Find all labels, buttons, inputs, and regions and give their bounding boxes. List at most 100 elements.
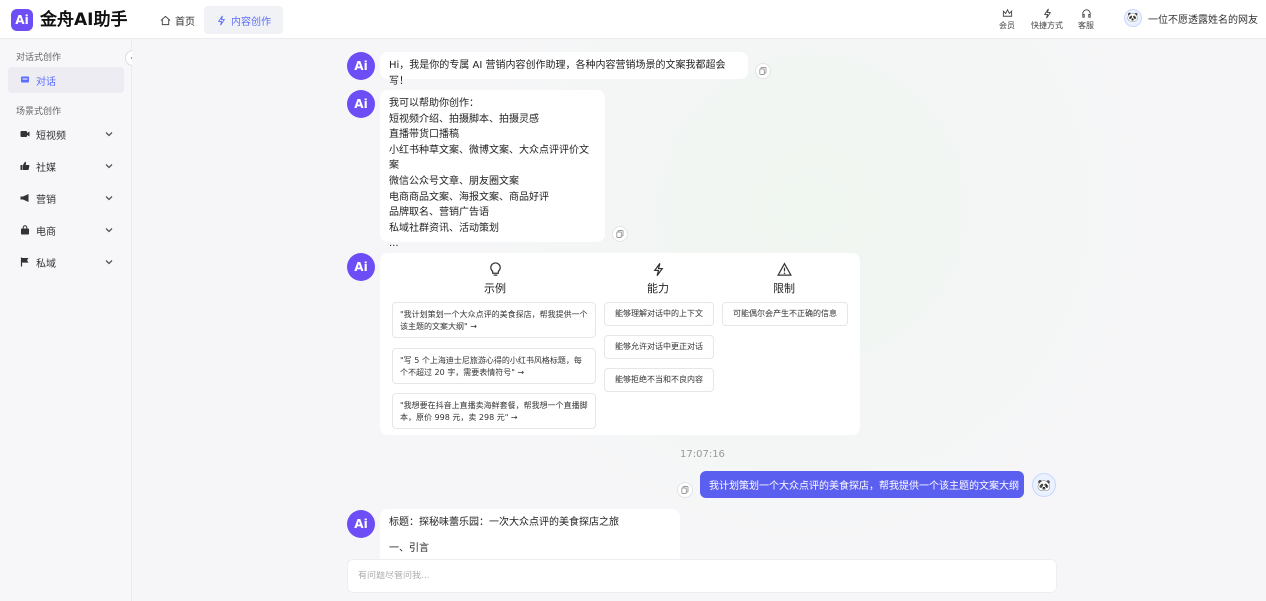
sidebar-item-label: 社媒 <box>36 162 56 174</box>
sidebar-section-scene: 场景式创作 <box>16 107 62 117</box>
chevron-down-icon <box>105 260 113 265</box>
chevron-down-icon <box>105 132 113 137</box>
chevron-down-icon <box>105 196 113 201</box>
member-button[interactable]: 会员 <box>987 8 1027 31</box>
nav-home-label: 首页 <box>175 16 195 28</box>
limits-header: 限制 <box>749 262 819 296</box>
example-prompt-card[interactable]: "我想要在抖音上直播卖海鲜套餐，帮我想一个直播脚本，原价 998 元，卖 298… <box>392 393 596 429</box>
lightning-icon <box>217 15 226 25</box>
sidebar-item-label: 对话 <box>36 76 56 88</box>
sidebar-item-label: 电商 <box>36 226 56 238</box>
shopping-bag-icon <box>21 225 29 235</box>
ability-item: 能够拒绝不当和不良内容 <box>604 368 714 392</box>
crown-icon <box>1002 8 1012 17</box>
copy-button[interactable] <box>677 482 693 498</box>
support-button[interactable]: 客服 <box>1066 8 1106 31</box>
warning-icon <box>776 262 792 276</box>
copy-button[interactable] <box>612 226 628 242</box>
message-text: 我可以帮助你创作： <box>389 98 479 109</box>
ai-avatar-icon: Ai <box>347 90 375 118</box>
example-prompt-text: "我计划策划一个大众点评的美食探店，帮我提供一个该主题的文案大纲" → <box>400 310 588 331</box>
sidebar-item-label: 私域 <box>36 258 56 270</box>
list-item: 微信公众号文章、朋友圈文案 <box>389 175 519 187</box>
nav-home[interactable]: 首页 <box>148 6 207 34</box>
sidebar-item-social[interactable]: 社媒 <box>8 153 124 179</box>
sidebar: 对话式创作 对话 场景式创作 短视频 社媒 营销 电商 私域 <box>0 40 132 601</box>
copy-icon <box>681 486 689 494</box>
lightbulb-icon <box>489 262 501 276</box>
ai-avatar-icon: Ai <box>347 253 375 281</box>
limit-text: 可能偶尔会产生不正确的信息 <box>733 309 837 318</box>
ai-message-greeting: Hi，我是你的专属 AI 营销内容创作助理，各种内容营销场景的文案我都超会写！ <box>380 52 748 87</box>
support-label: 客服 <box>1078 21 1094 30</box>
copy-button[interactable] <box>755 63 771 79</box>
intro-card: 示例 能力 限制 "我计划策划一个大众点评的美食探店，帮我提供一个该主题的文案大… <box>380 253 860 435</box>
reply-title: 标题：探秘味蕾乐园：一次大众点评的美食探店之旅 <box>389 517 619 528</box>
headset-icon <box>1081 9 1091 18</box>
ability-text: 能够允许对话中更正对话 <box>615 342 703 351</box>
nav-content-creation-label: 内容创作 <box>231 16 271 28</box>
sidebar-item-private-domain[interactable]: 私域 <box>8 249 124 275</box>
user-message: 我计划策划一个大众点评的美食探店，帮我提供一个该主题的文案大纲 <box>700 471 1024 498</box>
ability-text: 能够理解对话中的上下文 <box>615 309 703 318</box>
sidebar-item-short-video[interactable]: 短视频 <box>8 121 124 147</box>
chat-icon <box>21 76 29 83</box>
shortcut-label: 快捷方式 <box>1031 21 1063 30</box>
megaphone-icon <box>20 194 29 202</box>
limit-item: 可能偶尔会产生不正确的信息 <box>722 302 848 326</box>
message-text: 我计划策划一个大众点评的美食探店，帮我提供一个该主题的文案大纲 <box>709 481 1019 492</box>
top-header: Ai 金舟AI助手 首页 内容创作 会员 快捷方式 客服 🐼 一位不愿透露姓名的… <box>0 0 1266 39</box>
flag-icon <box>20 257 29 267</box>
list-item: 电商商品文案、海报文案、商品好评 <box>389 191 549 203</box>
app-name: 金舟AI助手 <box>40 10 128 30</box>
lightning-icon <box>1043 8 1051 19</box>
copy-icon <box>759 67 767 75</box>
sidebar-item-label: 营销 <box>36 194 56 206</box>
example-prompt-card[interactable]: "我计划策划一个大众点评的美食探店，帮我提供一个该主题的文案大纲" → <box>392 302 596 338</box>
message-timestamp: 17:07:16 <box>680 449 725 460</box>
limits-title: 限制 <box>773 282 795 295</box>
copy-icon <box>616 230 624 238</box>
list-item: 品牌取名、营销广告语 <box>389 207 489 219</box>
sidebar-item-ecommerce[interactable]: 电商 <box>8 217 124 243</box>
list-item: ... <box>389 238 399 250</box>
example-prompt-card[interactable]: "写 5 个上海迪士尼旅游心得的小红书风格标题，每个不超过 20 字，需要表情符… <box>392 348 596 384</box>
user-name: 一位不愿透露姓名的网友 <box>1148 14 1258 26</box>
avatar: 🐼 <box>1124 9 1142 27</box>
nav-content-creation[interactable]: 内容创作 <box>204 6 283 34</box>
chevron-down-icon <box>105 164 113 169</box>
ability-item: 能够理解对话中的上下文 <box>604 302 714 326</box>
abilities-title: 能力 <box>647 282 669 295</box>
list-item: 私域社群资讯、活动策划 <box>389 222 499 234</box>
lightning-icon <box>653 263 663 276</box>
shortcut-button[interactable]: 快捷方式 <box>1027 8 1067 31</box>
list-item: 短视频介绍、拍摄脚本、拍摄灵感 <box>389 113 539 125</box>
examples-title: 示例 <box>484 282 506 295</box>
ai-message-capabilities: 我可以帮助你创作： 短视频介绍、拍摄脚本、拍摄灵感 直播带货口播稿 小红书种草文… <box>380 90 605 249</box>
thumbs-up-icon <box>20 161 30 170</box>
sidebar-item-chat[interactable]: 对话 <box>8 67 124 93</box>
app-logo-icon: Ai <box>11 9 33 31</box>
sidebar-item-marketing[interactable]: 营销 <box>8 185 124 211</box>
sidebar-item-label: 短视频 <box>36 130 66 142</box>
examples-header: 示例 <box>460 262 530 296</box>
chat-input[interactable] <box>358 571 1056 581</box>
ai-avatar-icon: Ai <box>347 510 375 538</box>
chevron-down-icon <box>105 228 113 233</box>
ability-text: 能够拒绝不当和不良内容 <box>615 375 703 384</box>
example-prompt-text: "写 5 个上海迪士尼旅游心得的小红书风格标题，每个不超过 20 字，需要表情符… <box>400 356 582 377</box>
abilities-header: 能力 <box>623 262 693 296</box>
user-profile[interactable]: 🐼 一位不愿透露姓名的网友 <box>1124 9 1258 27</box>
home-icon <box>160 15 171 25</box>
video-icon <box>20 131 30 137</box>
sidebar-section-chat: 对话式创作 <box>16 53 62 63</box>
ai-avatar-icon: Ai <box>347 52 375 80</box>
member-label: 会员 <box>999 21 1015 30</box>
avatar: 🐼 <box>1032 473 1056 497</box>
ai-message-reply: 标题：探秘味蕾乐园：一次大众点评的美食探店之旅 一、引言 <box>380 509 680 561</box>
ability-item: 能够允许对话中更正对话 <box>604 335 714 359</box>
chat-input-box[interactable] <box>347 559 1057 593</box>
list-item: 直播带货口播稿 <box>389 129 459 141</box>
example-prompt-text: "我想要在抖音上直播卖海鲜套餐，帮我想一个直播脚本，原价 998 元，卖 298… <box>400 401 588 422</box>
list-item: 小红书种草文案、微博文案、大众点评评价文案 <box>389 144 589 172</box>
